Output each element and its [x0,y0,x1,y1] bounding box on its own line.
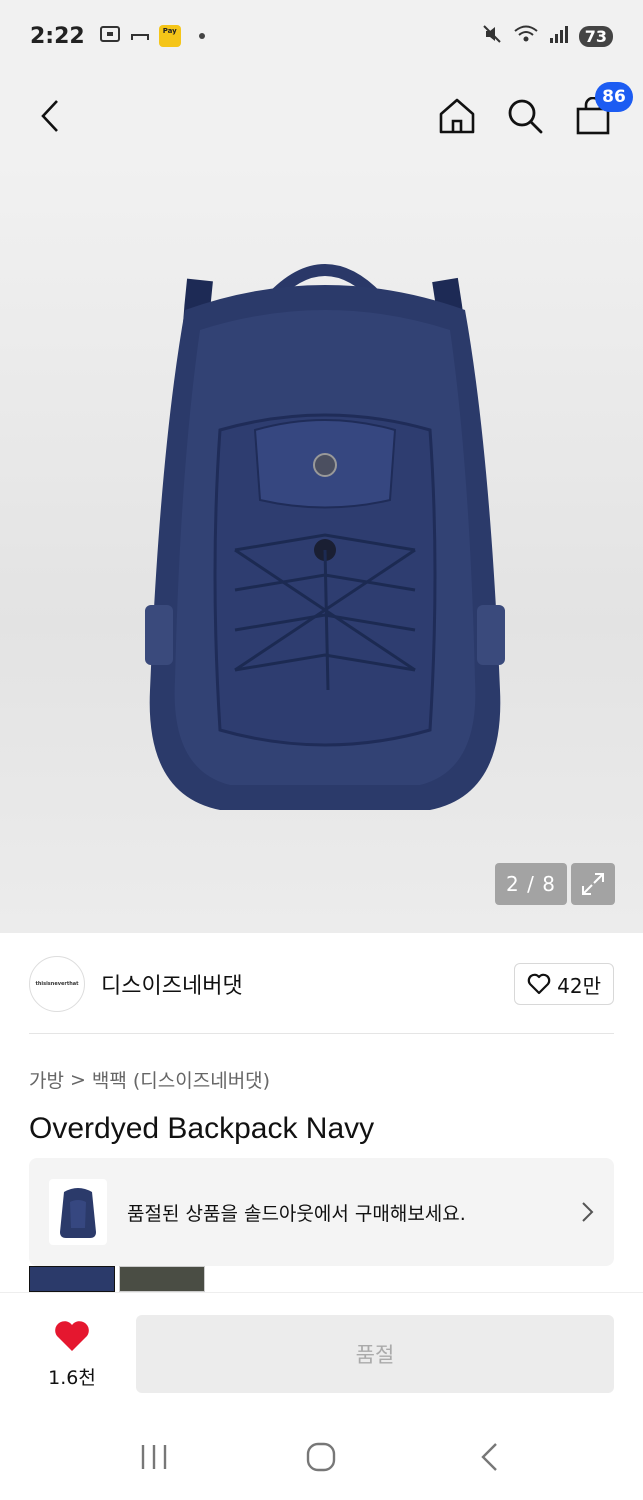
chevron-right-icon [582,1202,594,1222]
heart-outline-icon [527,973,551,995]
soldout-purchase-button[interactable]: 품절 [136,1315,614,1393]
backpack-thumbnail-image [60,1188,96,1238]
bottom-action-bar: 1.6천 품절 [0,1292,643,1414]
home-button[interactable] [435,94,479,138]
status-right-icons: 73 [481,23,613,49]
status-left-icons: Pay [99,24,205,49]
brand-logo[interactable]: thisisneverthat [29,956,85,1012]
mute-icon [481,23,503,49]
breadcrumb-subcategory[interactable]: 백팩 (디스이즈네버댓) [92,1066,270,1093]
app-header: 86 [0,72,643,230]
header-actions: 86 [435,82,633,138]
thumbnail-olive[interactable] [119,1266,205,1292]
cart-count-badge: 86 [595,82,633,112]
back-button[interactable] [30,94,70,138]
divider [29,1033,614,1034]
product-image-gallery[interactable]: 2 / 8 [0,162,643,933]
back-nav-button[interactable] [459,1427,519,1487]
breadcrumb-separator: > [69,1068,86,1091]
image-counter: 2 / 8 [495,863,567,905]
brand-like-count: 42만 [557,973,601,998]
notification-dot-icon [198,33,205,39]
home-nav-button[interactable] [291,1427,351,1487]
breadcrumb-category[interactable]: 가방 [29,1066,64,1093]
recents-icon [141,1445,167,1469]
soldout-banner-text: 품절된 상품을 솔드아웃에서 구매해보세요. [127,1202,466,1225]
link-icon [130,26,149,47]
status-bar: 2:22 Pay 73 [0,0,643,72]
brand-logo-text: thisisneverthat [35,981,79,987]
heart-filled-icon [55,1321,89,1351]
thumbnail-navy[interactable] [29,1266,115,1292]
wishlist-button[interactable]: 1.6천 [40,1319,104,1390]
back-arrow-icon [481,1443,497,1471]
thumbnail-strip [29,1266,205,1292]
expand-icon [582,873,604,895]
soldout-thumbnail [49,1179,107,1245]
screenshot-icon [99,24,121,49]
wifi-icon [513,23,539,49]
status-time: 2:22 [30,23,85,49]
recents-button[interactable] [124,1427,184,1487]
system-nav-bar [0,1414,643,1500]
battery-indicator: 73 [578,25,613,47]
kakaopay-label: Pay [162,27,177,35]
product-title: Overdyed Backpack Navy [29,1112,375,1145]
brand-row[interactable]: thisisneverthat 디스이즈네버댓 42만 [0,933,643,1035]
search-button[interactable] [503,94,547,138]
breadcrumb: 가방 > 백팩 (디스이즈네버댓) [29,1066,270,1093]
brand-like-button[interactable]: 42만 [514,963,614,1005]
product-image [145,264,505,810]
signal-icon [549,24,569,48]
wishlist-count: 1.6천 [48,1367,96,1389]
home-icon [439,98,475,134]
search-icon [508,99,543,134]
expand-image-button[interactable] [571,863,615,905]
brand-name[interactable]: 디스이즈네버댓 [101,968,243,1000]
chevron-left-icon [41,100,58,132]
home-circle-icon [307,1442,336,1472]
soldout-banner[interactable]: 품절된 상품을 솔드아웃에서 구매해보세요. [29,1158,614,1266]
kakaopay-icon: Pay [158,25,181,47]
cart-button[interactable]: 86 [571,82,633,138]
